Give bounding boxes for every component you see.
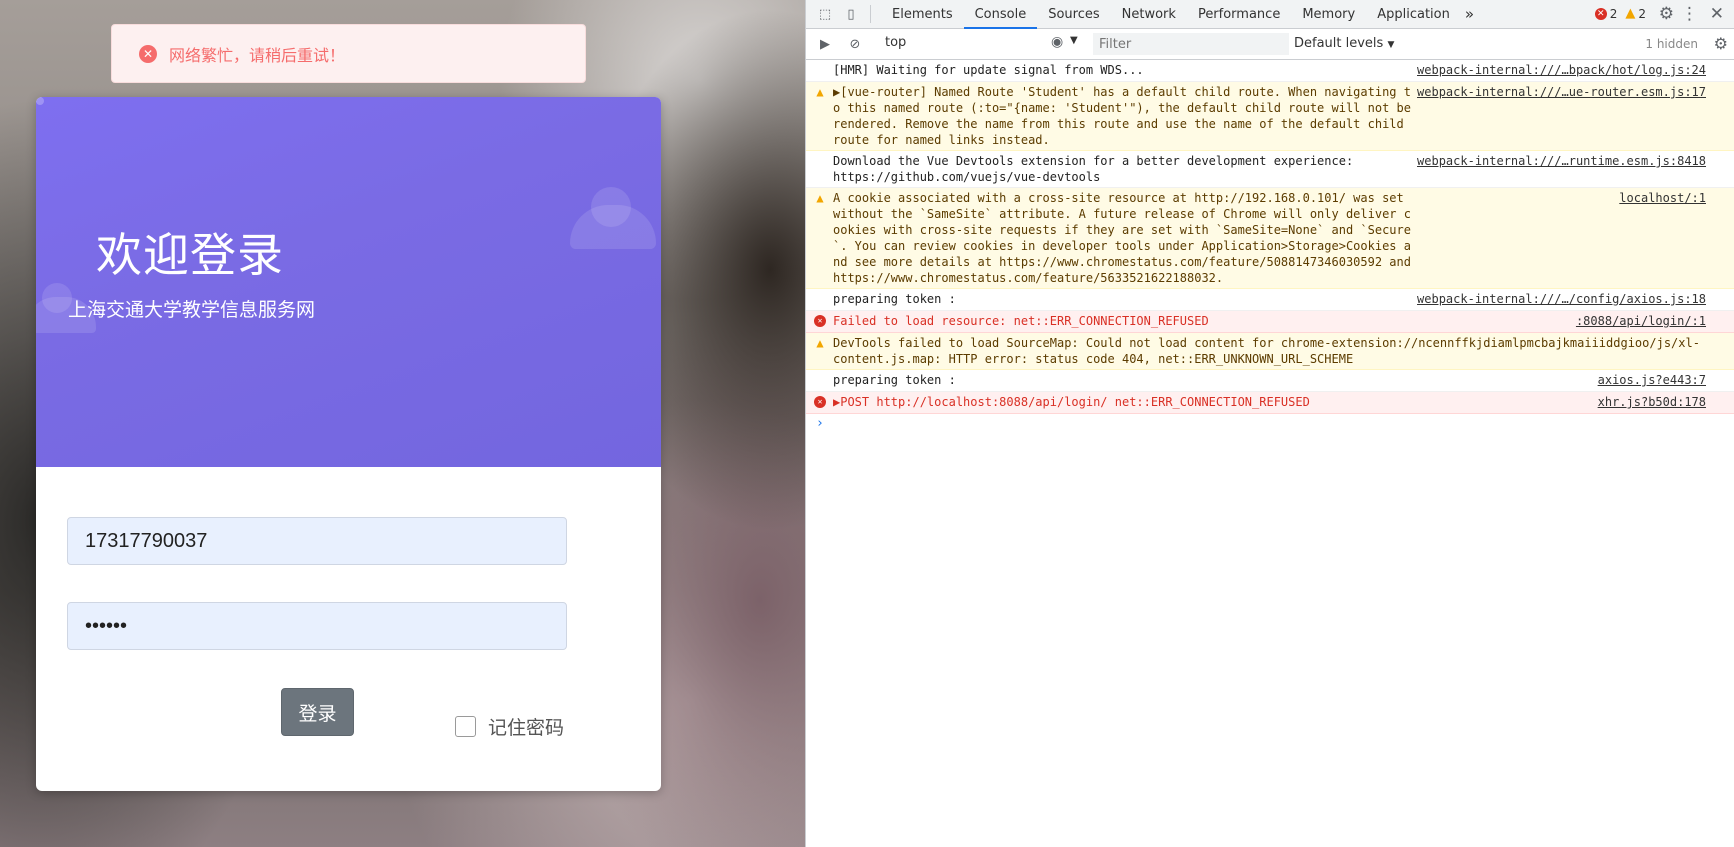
console-message-text: A cookie associated with a cross-site re… [833, 191, 1419, 285]
tab-network[interactable]: Network [1111, 0, 1187, 29]
tab-application[interactable]: Application [1366, 0, 1461, 29]
error-icon: ✕ [814, 396, 826, 408]
more-tabs-button[interactable]: » [1461, 5, 1478, 23]
more-options-icon[interactable]: ⋮ [1681, 4, 1698, 24]
console-filter-input[interactable] [1093, 33, 1289, 55]
console-source-link[interactable]: webpack-internal:///…runtime.esm.js:8418 [1417, 153, 1706, 169]
log-levels-dropdown[interactable]: Default levels ▼ [1294, 36, 1394, 51]
device-toolbar-icon[interactable]: ▯ [842, 5, 860, 23]
divider [870, 5, 871, 23]
tab-sources[interactable]: Sources [1037, 0, 1110, 29]
clear-console-icon[interactable]: ⊘ [846, 35, 864, 53]
remember-checkbox[interactable] [455, 716, 476, 737]
warning-icon: ▲ [816, 191, 824, 205]
console-settings-gear-icon[interactable]: ⚙ [1714, 34, 1728, 53]
console-message: [HMR] Waiting for update signal from WDS… [806, 60, 1734, 82]
console-source-link[interactable]: webpack-internal:///…ue-router.esm.js:17 [1417, 84, 1706, 100]
tab-console[interactable]: Console [963, 0, 1038, 29]
toast-message: 网络繁忙，请稍后重试！ [169, 45, 346, 65]
console-source-link[interactable]: localhost/:1 [1619, 190, 1706, 206]
devtools-panel: ⬚ ▯ Elements Console Sources Network Per… [805, 0, 1734, 847]
username-input[interactable] [67, 517, 567, 565]
settings-gear-icon[interactable]: ⚙ [1659, 4, 1674, 24]
console-message: ✕ ▶POST http://localhost:8088/api/login/ … [806, 392, 1734, 414]
console-message-text: DevTools failed to load SourceMap: Could… [833, 336, 1700, 366]
hidden-count: 1 hidden [1645, 37, 1698, 51]
warning-icon: ▲ [816, 336, 824, 350]
chevron-down-icon: ▼ [1387, 40, 1395, 50]
console-filterbar: ▶ ⊘ top ▼ ◉ Default levels ▼ 1 hidden ⚙ [806, 29, 1734, 60]
inspect-element-icon[interactable]: ⬚ [816, 5, 834, 23]
site-subtitle: 上海交通大学教学信息服务网 [68, 299, 316, 321]
console-message: Download the Vue Devtools extension for … [806, 151, 1734, 188]
console-source-link[interactable]: axios.js?e443:7 [1598, 372, 1706, 388]
login-card: 欢迎登录 上海交通大学教学信息服务网 登录 记住密码 [36, 97, 661, 791]
cloud-decoration [570, 205, 656, 249]
error-icon: ✕ [814, 315, 826, 327]
console-message-text: ▶POST http://localhost:8088/api/login/ n… [833, 395, 1310, 409]
close-devtools-icon[interactable]: ✕ [1710, 4, 1724, 24]
sidebar-toggle-icon[interactable]: ▶ [816, 35, 834, 53]
login-button[interactable]: 登录 [281, 688, 354, 736]
remember-label: 记住密码 [488, 717, 565, 739]
login-banner: 欢迎登录 上海交通大学教学信息服务网 [36, 97, 661, 467]
console-message: ▲ A cookie associated with a cross-site r… [806, 188, 1734, 289]
console-message: preparing token : axios.js?e443:7 [806, 370, 1734, 392]
warning-count: 2 [1638, 6, 1646, 21]
console-message: ▲ ▶[vue-router] Named Route 'Student' has… [806, 82, 1734, 151]
password-input[interactable] [67, 602, 567, 650]
error-toast: ✕ 网络繁忙，请稍后重试！ [111, 24, 586, 83]
console-source-link[interactable]: webpack-internal:///…/config/axios.js:18 [1417, 291, 1706, 307]
error-icon: ✕ [1594, 7, 1607, 20]
tab-elements[interactable]: Elements [881, 0, 964, 29]
error-count: 2 [1609, 6, 1618, 21]
console-log: [HMR] Waiting for update signal from WDS… [806, 60, 1734, 414]
issue-counts[interactable]: ✕ 2 ▲ 2 [1594, 6, 1646, 21]
tab-memory[interactable]: Memory [1291, 0, 1366, 29]
console-message: ✕ Failed to load resource: net::ERR_CONNE… [806, 311, 1734, 333]
console-message-text: preparing token : [833, 373, 956, 387]
devtools-tabbar: ⬚ ▯ Elements Console Sources Network Per… [806, 0, 1734, 29]
close-circle-icon: ✕ [139, 44, 157, 63]
context-value: top [885, 35, 907, 50]
welcome-title: 欢迎登录 [96, 228, 284, 282]
console-message: ▲ DevTools failed to load SourceMap: Coul… [806, 333, 1734, 370]
chevron-down-icon: ▼ [1070, 35, 1078, 46]
console-message: preparing token : webpack-internal:///…/c… [806, 289, 1734, 311]
warning-icon: ▲ [1625, 6, 1636, 21]
tab-performance[interactable]: Performance [1187, 0, 1291, 29]
log-levels-label: Default levels [1294, 36, 1384, 51]
console-source-link[interactable]: :8088/api/login/:1 [1576, 313, 1706, 329]
warning-icon: ▲ [816, 85, 824, 99]
console-prompt[interactable]: › [806, 414, 1734, 433]
live-expression-eye-icon[interactable]: ◉ [1051, 34, 1063, 50]
console-source-link[interactable]: webpack-internal:///…bpack/hot/log.js:24 [1417, 62, 1706, 78]
console-source-link[interactable]: xhr.js?b50d:178 [1598, 394, 1706, 410]
context-selector[interactable]: top ▼ [885, 35, 1078, 50]
remember-password[interactable]: 记住密码 [455, 713, 564, 740]
cloud-decoration [36, 97, 44, 105]
background-photo: ✕ 网络繁忙，请稍后重试！ 欢迎登录 上海交通大学教学信息服务网 登录 记住密码 [0, 0, 805, 847]
